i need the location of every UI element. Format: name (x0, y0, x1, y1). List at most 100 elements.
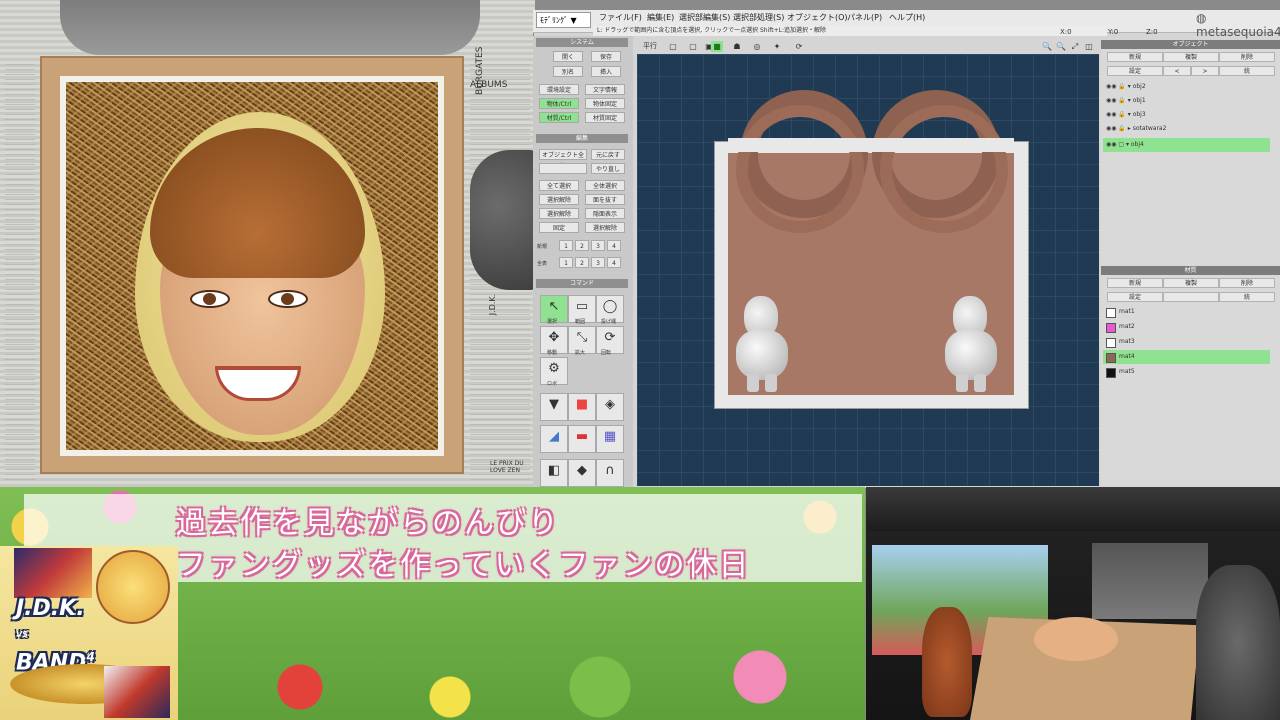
delete-material-button[interactable]: 削除 (1219, 278, 1275, 288)
deselect-button-2[interactable]: 選択解除 (539, 208, 579, 219)
status-bar: L: ドラッグで範囲内に含む頂点を選択, クリックで一点選択 Shift+L:追… (593, 26, 1107, 36)
text-info-button[interactable]: 文字情報 (585, 84, 625, 95)
view-1-button[interactable]: 1 (559, 257, 573, 268)
object-fix-button[interactable]: 物体固定 (585, 98, 625, 109)
view-3-button[interactable]: 3 (591, 257, 605, 268)
axis-1-button[interactable]: 1 (559, 240, 573, 251)
album-number: 4 (86, 650, 95, 664)
object-row-selected[interactable]: ◉◉ ▢ ▾ obj4 (1103, 138, 1270, 152)
object-settings-button[interactable]: 設定 (1107, 66, 1163, 76)
view-solid-icon[interactable]: ■ (711, 41, 723, 52)
new-material-button[interactable]: 新規 (1107, 278, 1163, 288)
menu-select-edit[interactable]: 選択部編集(S) (679, 12, 730, 23)
new-object-button[interactable]: 新規 (1107, 52, 1163, 62)
view-texture-icon[interactable]: ◎ (751, 41, 763, 52)
push-tool-button[interactable]: ▬ (568, 425, 596, 453)
face-create-tool-button[interactable]: ▼ (540, 393, 568, 421)
album-thumbnail (14, 548, 92, 598)
material-row-selected[interactable]: mat4 (1103, 350, 1270, 364)
right-eye (268, 290, 308, 308)
face-split-tool-button[interactable]: ■ (568, 393, 596, 421)
whole-select-button[interactable]: 全体選択 (585, 180, 625, 191)
view-4-button[interactable]: 4 (607, 257, 621, 268)
magnet-tool-button[interactable]: ∩ (596, 459, 624, 487)
material-merge-button[interactable]: 統 (1219, 292, 1275, 302)
env-settings-button[interactable]: 環境設定 (539, 84, 579, 95)
view-wire-icon[interactable]: ▢ (687, 41, 699, 52)
face-extract-button[interactable]: 面を抜す (585, 194, 625, 205)
material-settings-button[interactable]: 設定 (1107, 292, 1163, 302)
map-tool-button[interactable]: ◧ (540, 459, 568, 487)
axis-2-button[interactable]: 2 (575, 240, 589, 251)
edit-panel-header: 編集 (536, 134, 628, 143)
material-blank-button[interactable] (1163, 292, 1219, 302)
magnet-icon: ∩ (605, 463, 615, 478)
cube-tool-button[interactable]: ◆ (568, 459, 596, 487)
object-row[interactable]: ◉◉ 🔒 ▸ sotatwara2 (1103, 122, 1270, 136)
object-row[interactable]: ◉◉ 🔒 ▾ obj1 (1103, 94, 1270, 108)
bevel-tool-button[interactable]: ◢ (540, 425, 568, 453)
object-merge-button[interactable]: 統 (1219, 66, 1275, 76)
material-panel-header: 材質 (1101, 266, 1280, 275)
command-panel-header: コマンド (536, 279, 628, 288)
sculpted-face-in-box (1034, 617, 1118, 661)
fit-icon[interactable]: ⤢ (1069, 41, 1081, 52)
deselect-button-3[interactable]: 選択解除 (585, 222, 625, 233)
material-ctrl-button[interactable]: 材質/Ctrl (539, 112, 579, 123)
material-row[interactable]: mat3 (1103, 335, 1270, 349)
visibility-lock-icon[interactable]: ◉◉ 🔒 ▸ (1106, 125, 1131, 132)
cube-icon: ◆ (577, 463, 587, 478)
open-button[interactable]: 開く (553, 51, 583, 62)
fix-button[interactable]: 固定 (539, 222, 579, 233)
mode-dropdown[interactable]: ﾓﾃﾞﾘﾝｸﾞ ▼ (536, 12, 591, 28)
view-reset-icon[interactable]: ⟳ (793, 41, 805, 52)
select-all-button[interactable]: 全て選択 (539, 180, 579, 191)
deselect-button[interactable]: 選択解除 (539, 194, 579, 205)
visibility-lock-icon[interactable]: ◉◉ 🔒 ▾ (1106, 97, 1131, 104)
menu-panel[interactable]: パネル(P) (847, 12, 882, 23)
menu-edit[interactable]: 編集(E) (647, 12, 674, 23)
axis-4-button[interactable]: 4 (607, 240, 621, 251)
extrude-tool-button[interactable]: ◈ (596, 393, 624, 421)
save-button[interactable]: 保存 (591, 51, 621, 62)
view-light-icon[interactable]: ☗ (731, 41, 743, 52)
view-settings-icon[interactable]: ✦ (771, 41, 783, 52)
visibility-lock-icon[interactable]: ◉◉ 🔒 ▾ (1106, 111, 1131, 118)
save-as-button[interactable]: 別名 (553, 66, 583, 77)
object-row[interactable]: ◉◉ 🔒 ▾ obj3 (1103, 108, 1270, 122)
edit-blank-button[interactable] (539, 163, 587, 174)
object-all-button[interactable]: オブジェクト全般 (539, 149, 587, 170)
insert-button[interactable]: 挿入 (591, 66, 621, 77)
material-fix-button[interactable]: 材質固定 (585, 112, 625, 123)
robot-arm-icon: ⚙ (548, 361, 560, 376)
redo-button[interactable]: やり直し (591, 163, 625, 174)
object-next-button[interactable]: > (1191, 66, 1219, 76)
object-ctrl-button[interactable]: 物体/Ctrl (539, 98, 579, 109)
menu-file[interactable]: ファイル(F) (599, 12, 642, 23)
view-2-button[interactable]: 2 (575, 257, 589, 268)
view-projection-button[interactable]: 平行 (641, 41, 659, 52)
duplicate-material-button[interactable]: 複製 (1163, 278, 1219, 288)
menu-object[interactable]: オブジェクト(O) (787, 12, 848, 23)
zoom-icon[interactable]: 🔍 (1041, 41, 1053, 52)
material-row[interactable]: mat2 (1103, 320, 1270, 334)
object-row[interactable]: ◉◉ 🔒 ▾ obj2 (1103, 80, 1270, 94)
view-box-icon[interactable]: ▢ (667, 41, 679, 52)
material-row[interactable]: mat5 (1103, 365, 1270, 379)
undo-button[interactable]: 元に戻す (591, 149, 625, 160)
hidden-face-button[interactable]: 隠面表示 (585, 208, 625, 219)
delete-object-button[interactable]: 削除 (1219, 52, 1275, 62)
zoom-out-icon[interactable]: 🔍 (1055, 41, 1067, 52)
object-prev-button[interactable]: < (1163, 66, 1191, 76)
material-row[interactable]: mat1 (1103, 305, 1270, 319)
menu-select-process[interactable]: 選択部処理(S) (733, 12, 784, 23)
duplicate-object-button[interactable]: 複製 (1163, 52, 1219, 62)
object-name: obj3 (1132, 111, 1146, 118)
grid-tool-button[interactable]: ▦ (596, 425, 624, 453)
visibility-lock-icon[interactable]: ◉◉ ▢ ▾ (1106, 141, 1129, 148)
rotate-icon: ⟳ (604, 330, 616, 345)
visibility-lock-icon[interactable]: ◉◉ 🔒 ▾ (1106, 83, 1131, 90)
axis-3-button[interactable]: 3 (591, 240, 605, 251)
menu-help[interactable]: ヘルプ(H) (889, 12, 925, 23)
layout-icon[interactable]: ◫ (1083, 41, 1095, 52)
